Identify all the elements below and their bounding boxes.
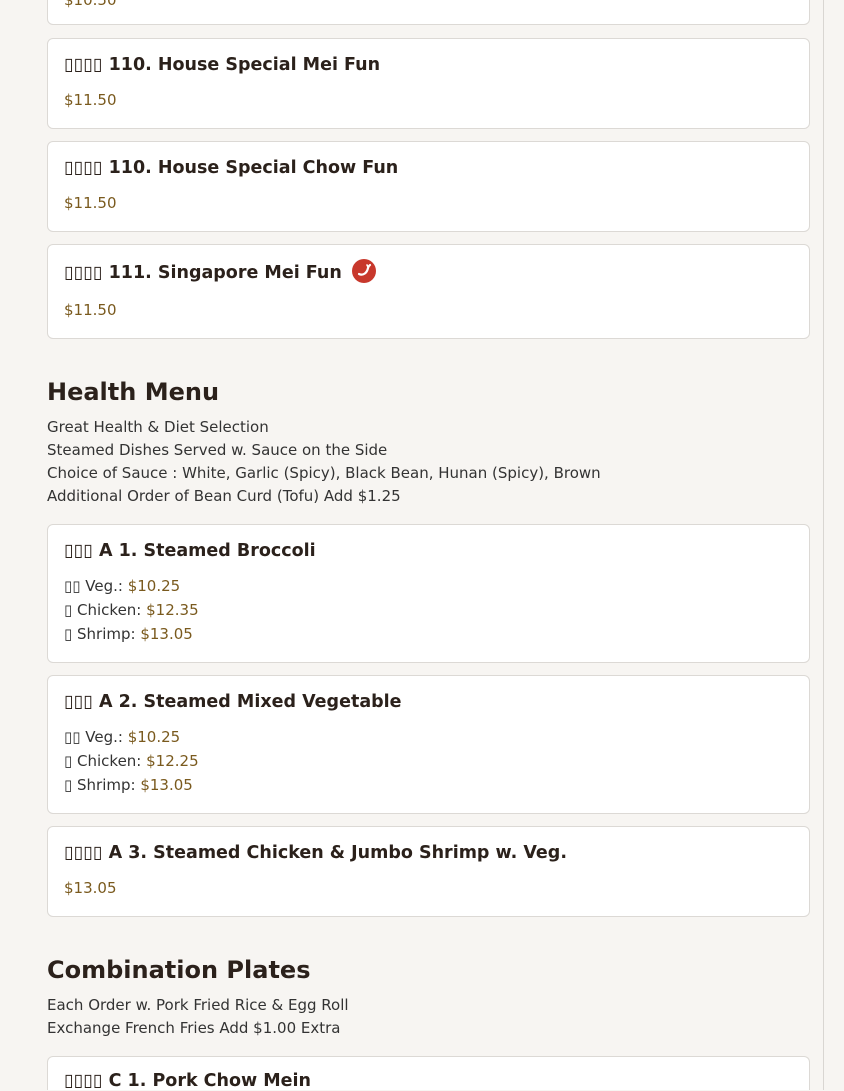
menu-item-card[interactable]: ▯▯▯▯ 111. Singapore Mei Fun $11.50: [47, 244, 810, 339]
item-option-chicken: ▯ Chicken: $12.35: [64, 601, 199, 619]
option-label: ▯ Chicken:: [64, 601, 147, 619]
menu-item-card[interactable]: ▯▯▯▯ C 1. Pork Chow Mein: [47, 1056, 810, 1091]
section-description-line: Choice of Sauce : White, Garlic (Spicy),…: [47, 464, 601, 482]
item-name: ▯▯▯▯ A 3. Steamed Chicken & Jumbo Shrimp…: [64, 843, 567, 863]
item-price: $10.50: [64, 0, 117, 9]
section-description-line: Additional Order of Bean Curd (Tofu) Add…: [47, 487, 401, 505]
menu-item-card[interactable]: ▯▯▯▯ 110. House Special Mei Fun $11.50: [47, 38, 810, 129]
item-name: ▯▯▯ A 2. Steamed Mixed Vegetable: [64, 692, 402, 712]
section-description-line: Steamed Dishes Served w. Sauce on the Si…: [47, 441, 388, 459]
item-name: ▯▯▯▯ 110. House Special Mei Fun: [64, 55, 381, 75]
content-right-border: [823, 0, 824, 1090]
section-title-health-menu: Health Menu: [47, 378, 220, 406]
menu-item-card[interactable]: ▯▯▯▯ A 3. Steamed Chicken & Jumbo Shrimp…: [47, 826, 810, 917]
chili-pepper-icon: [351, 259, 376, 283]
item-name: ▯▯▯ A 1. Steamed Broccoli: [64, 541, 316, 561]
item-name: ▯▯▯▯ C 1. Pork Chow Mein: [64, 1071, 311, 1091]
option-price: $10.25: [127, 728, 181, 746]
item-price: $11.50: [64, 91, 117, 109]
menu-item-card[interactable]: ▯▯▯ A 1. Steamed Broccoli ▯▯ Veg.: $10.2…: [47, 524, 810, 663]
option-label: ▯ Chicken:: [64, 752, 147, 770]
item-price: $11.50: [64, 194, 117, 212]
item-name-text: ▯▯▯▯ 111. Singapore Mei Fun: [64, 263, 342, 283]
section-title-combination-plates: Combination Plates: [47, 956, 311, 984]
menu-item-card[interactable]: ▯▯▯ A 2. Steamed Mixed Vegetable ▯▯ Veg.…: [47, 675, 810, 814]
section-description-line: Great Health & Diet Selection: [47, 418, 269, 436]
option-price: $13.05: [140, 625, 193, 643]
item-option-veg: ▯▯ Veg.: $10.25: [64, 577, 180, 595]
section-description-line: Exchange French Fries Add $1.00 Extra: [47, 1019, 341, 1037]
option-label: ▯▯ Veg.:: [64, 728, 128, 746]
item-name: ▯▯▯▯ 111. Singapore Mei Fun: [64, 259, 376, 285]
option-price: $10.25: [127, 577, 181, 595]
item-price: $11.50: [64, 301, 117, 319]
section-description-line: Each Order w. Pork Fried Rice & Egg Roll: [47, 996, 349, 1014]
option-price: $12.25: [146, 752, 199, 770]
item-name: ▯▯▯▯ 110. House Special Chow Fun: [64, 158, 399, 178]
option-label: ▯ Shrimp:: [64, 776, 141, 794]
menu-item-card[interactable]: ▯▯▯▯ 110. House Special Chow Fun $11.50: [47, 141, 810, 232]
option-price: $12.35: [146, 601, 199, 619]
item-option-shrimp: ▯ Shrimp: $13.05: [64, 625, 193, 643]
menu-item-card[interactable]: $10.50: [47, 0, 810, 25]
item-option-chicken: ▯ Chicken: $12.25: [64, 752, 199, 770]
item-option-veg: ▯▯ Veg.: $10.25: [64, 728, 180, 746]
item-price: $13.05: [64, 879, 117, 897]
option-label: ▯ Shrimp:: [64, 625, 141, 643]
item-option-shrimp: ▯ Shrimp: $13.05: [64, 776, 193, 794]
option-price: $13.05: [140, 776, 193, 794]
option-label: ▯▯ Veg.:: [64, 577, 128, 595]
